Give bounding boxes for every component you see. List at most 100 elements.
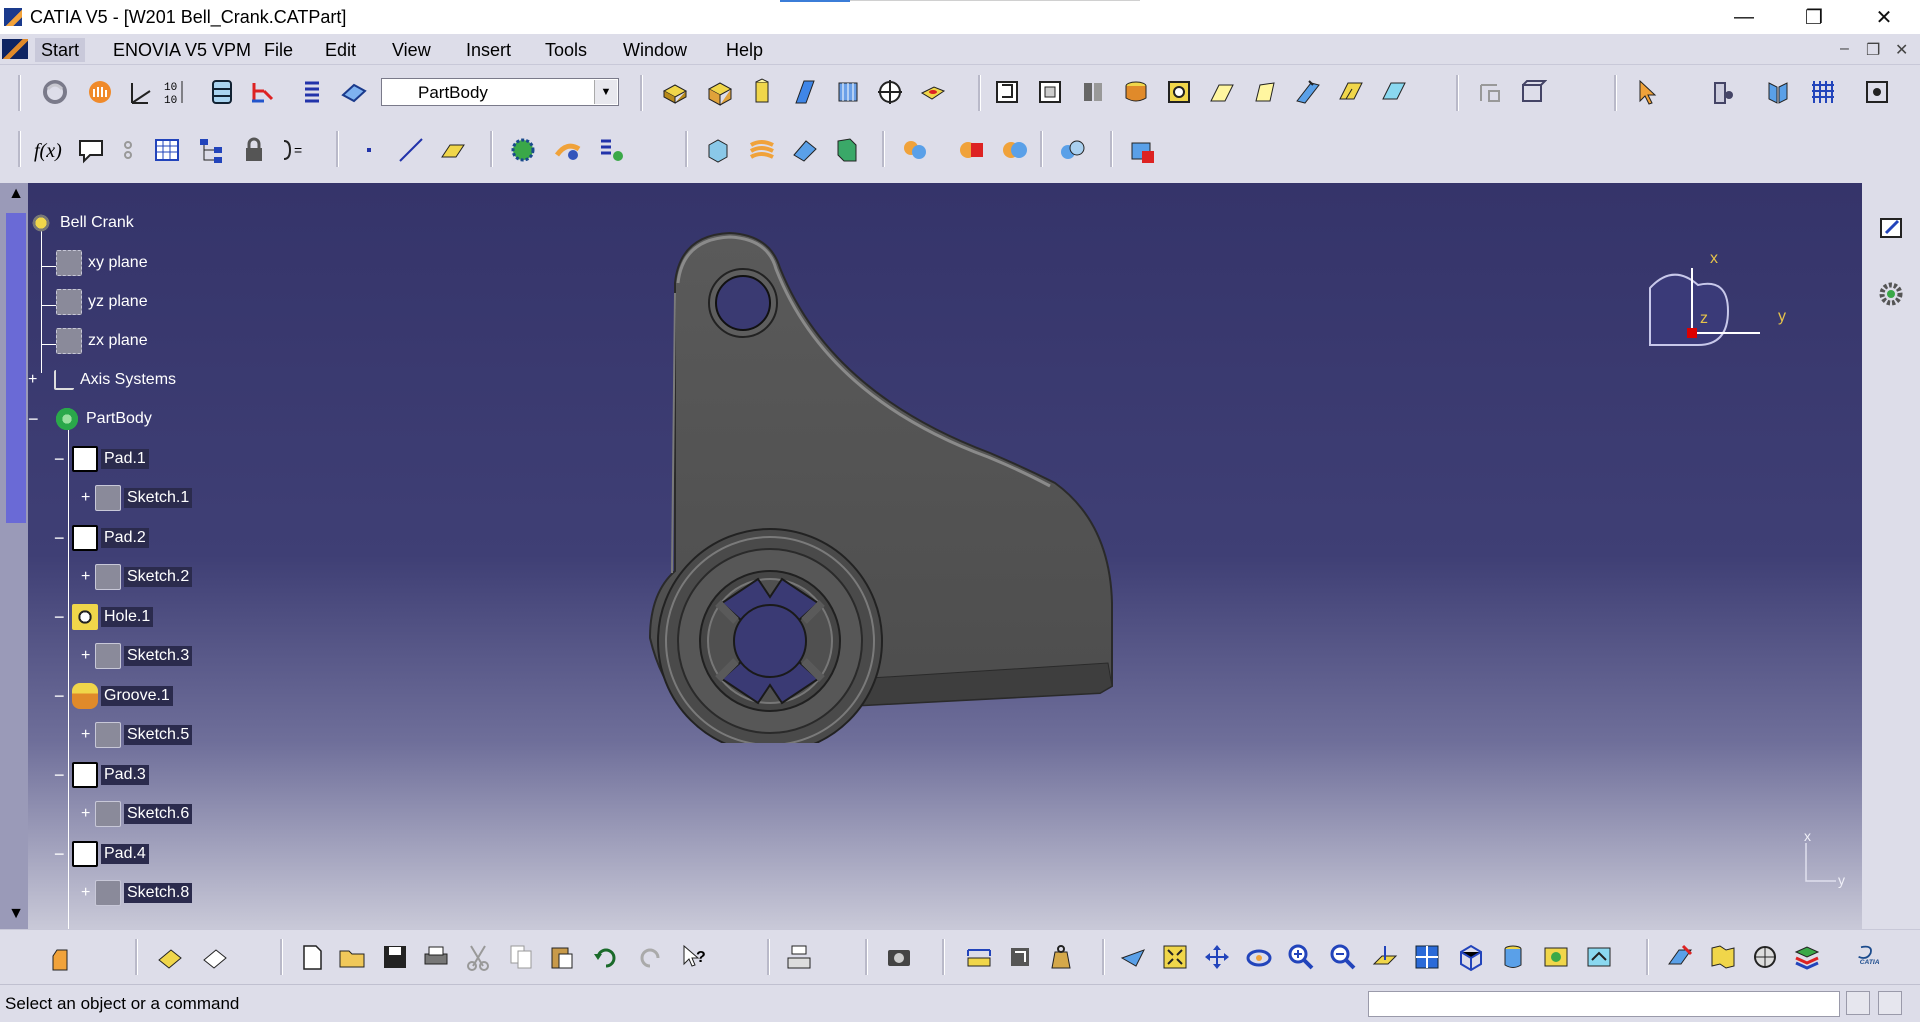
grid-icon[interactable] (1808, 77, 1838, 107)
paste-icon[interactable] (547, 942, 577, 972)
status-options-button[interactable] (1878, 991, 1902, 1015)
measure-between-icon[interactable] (1475, 77, 1505, 107)
material-icon[interactable] (1665, 942, 1695, 972)
tree-scrollbar[interactable]: ▲ ▼ (0, 183, 28, 929)
remove-body-icon[interactable] (1000, 135, 1030, 165)
3d-viewport[interactable]: ▲ ▼ Bell Crank xy plane yz plane zx plan… (0, 183, 1862, 929)
zoom-in-icon[interactable] (1286, 942, 1316, 972)
tree-node-pad-3[interactable]: − Pad.3 (54, 762, 149, 788)
save-icon[interactable] (380, 942, 410, 972)
lock-icon[interactable] (239, 135, 269, 165)
apply-material-icon[interactable] (1750, 942, 1780, 972)
tree-node-pad-4[interactable]: − Pad.4 (54, 841, 149, 867)
expand-plus-icon[interactable]: + (81, 885, 93, 901)
map-icon[interactable] (1708, 942, 1738, 972)
measure-inertia-icon[interactable] (1005, 942, 1035, 972)
menu-view[interactable]: View (392, 40, 431, 61)
knowledge-hand-icon[interactable] (85, 77, 115, 107)
thick-surface-icon[interactable] (832, 135, 862, 165)
scroll-down-arrow-icon[interactable]: ▼ (6, 905, 26, 925)
stamp-icon[interactable] (155, 942, 185, 972)
spec-tree-toggle-icon[interactable] (784, 942, 814, 972)
rib-feature-icon[interactable] (1207, 77, 1237, 107)
normal-view-icon[interactable] (1370, 942, 1400, 972)
analysis-icon[interactable] (1128, 137, 1158, 167)
fit-all-icon[interactable] (1862, 77, 1892, 107)
tree-node-zx-plane[interactable]: zx plane (56, 328, 151, 354)
hole-feature-icon[interactable] (1164, 77, 1194, 107)
chevron-down-icon[interactable]: ▼ (594, 80, 617, 104)
tree-node-partbody[interactable]: − PartBody (28, 406, 155, 432)
menu-start[interactable]: Start (35, 38, 86, 62)
multi-section-icon[interactable] (1293, 77, 1323, 107)
menu-file[interactable]: File (264, 40, 293, 61)
open-folder-icon[interactable] (337, 942, 367, 972)
stack-icon[interactable] (207, 77, 237, 107)
tree-node-pad-1[interactable]: − Pad.1 (54, 446, 149, 472)
swap-visible-space-icon[interactable] (1584, 942, 1614, 972)
whats-this-icon[interactable]: ? (680, 942, 710, 972)
hide-show-icon[interactable] (1541, 942, 1571, 972)
zoom-out-icon[interactable] (1328, 942, 1358, 972)
sketch-analysis-icon[interactable] (1763, 77, 1793, 107)
collapse-minus-icon[interactable]: − (54, 845, 66, 863)
tree-node-sketch-3[interactable]: + Sketch.3 (81, 643, 193, 669)
expand-plus-icon[interactable]: + (81, 806, 93, 822)
shaft-tool-icon[interactable] (747, 77, 777, 107)
expand-plus-icon[interactable]: + (81, 727, 93, 743)
rib-tool-icon[interactable] (790, 77, 820, 107)
tree-node-yz-plane[interactable]: yz plane (56, 289, 151, 315)
hierarchy-red-icon[interactable] (248, 77, 278, 107)
equation-icon[interactable]: = (280, 135, 310, 165)
measure-ruler-icon[interactable] (964, 942, 994, 972)
menu-enovia[interactable]: ENOVIA V5 VPM (113, 40, 251, 61)
surface-gear-icon[interactable] (553, 135, 583, 165)
status-toggle-button[interactable] (1846, 991, 1870, 1015)
fit-all-in-icon[interactable] (1160, 942, 1190, 972)
pages-icon[interactable] (200, 942, 230, 972)
comment-icon[interactable] (76, 135, 106, 165)
doc-close-button[interactable]: ✕ (1895, 40, 1908, 60)
collapse-minus-icon[interactable]: − (54, 608, 66, 626)
collapse-minus-icon[interactable]: − (28, 410, 40, 428)
list-icon[interactable] (297, 77, 327, 107)
start-icon[interactable] (2, 39, 28, 59)
removed-multi-section-icon[interactable] (1379, 77, 1409, 107)
shaft-feature-icon[interactable] (1078, 77, 1108, 107)
pad-feature-icon[interactable] (992, 77, 1022, 107)
new-document-icon[interactable] (297, 942, 327, 972)
table-icon[interactable] (152, 135, 182, 165)
layers-icon[interactable] (1792, 942, 1822, 972)
iso-view-icon[interactable] (1455, 942, 1485, 972)
pan-icon[interactable] (1202, 942, 1232, 972)
scrollbar-thumb[interactable] (6, 213, 26, 523)
tree-node-hole-1[interactable]: − Hole.1 (54, 604, 154, 630)
eraser-icon[interactable] (790, 135, 820, 165)
command-input[interactable] (1368, 991, 1840, 1017)
collapse-minus-icon[interactable]: − (54, 687, 66, 705)
doc-restore-button[interactable]: ❐ (1866, 40, 1880, 60)
point-icon[interactable] (354, 135, 384, 165)
settings-list-icon[interactable] (597, 135, 627, 165)
restore-button[interactable]: ❐ (1786, 0, 1842, 34)
tree-node-axis-systems[interactable]: + Axis Systems (28, 367, 179, 393)
collapse-minus-icon[interactable]: − (54, 529, 66, 547)
tree-node-sketch-5[interactable]: + Sketch.5 (81, 722, 193, 748)
pad-tool-icon[interactable] (660, 77, 690, 107)
fly-mode-icon[interactable] (1118, 942, 1148, 972)
settings-gear-icon[interactable] (1876, 279, 1906, 309)
cut-icon[interactable] (463, 942, 493, 972)
bell-crank-part[interactable] (620, 223, 1260, 743)
measure-item-icon[interactable] (1517, 77, 1547, 107)
menu-window[interactable]: Window (623, 40, 687, 61)
groove-feature-icon[interactable] (1121, 77, 1151, 107)
doc-minimize-button[interactable]: – (1840, 40, 1849, 58)
close-button[interactable]: ✕ (1856, 0, 1912, 34)
solid-combine-icon[interactable] (1336, 77, 1366, 107)
work-object-icon[interactable] (339, 77, 369, 107)
update-icon[interactable] (40, 77, 70, 107)
expand-plus-icon[interactable]: + (28, 372, 40, 388)
hierarchy-icon[interactable] (196, 135, 226, 165)
tree-node-pad-2[interactable]: − Pad.2 (54, 525, 149, 551)
select-arrow-icon[interactable] (1634, 77, 1664, 107)
